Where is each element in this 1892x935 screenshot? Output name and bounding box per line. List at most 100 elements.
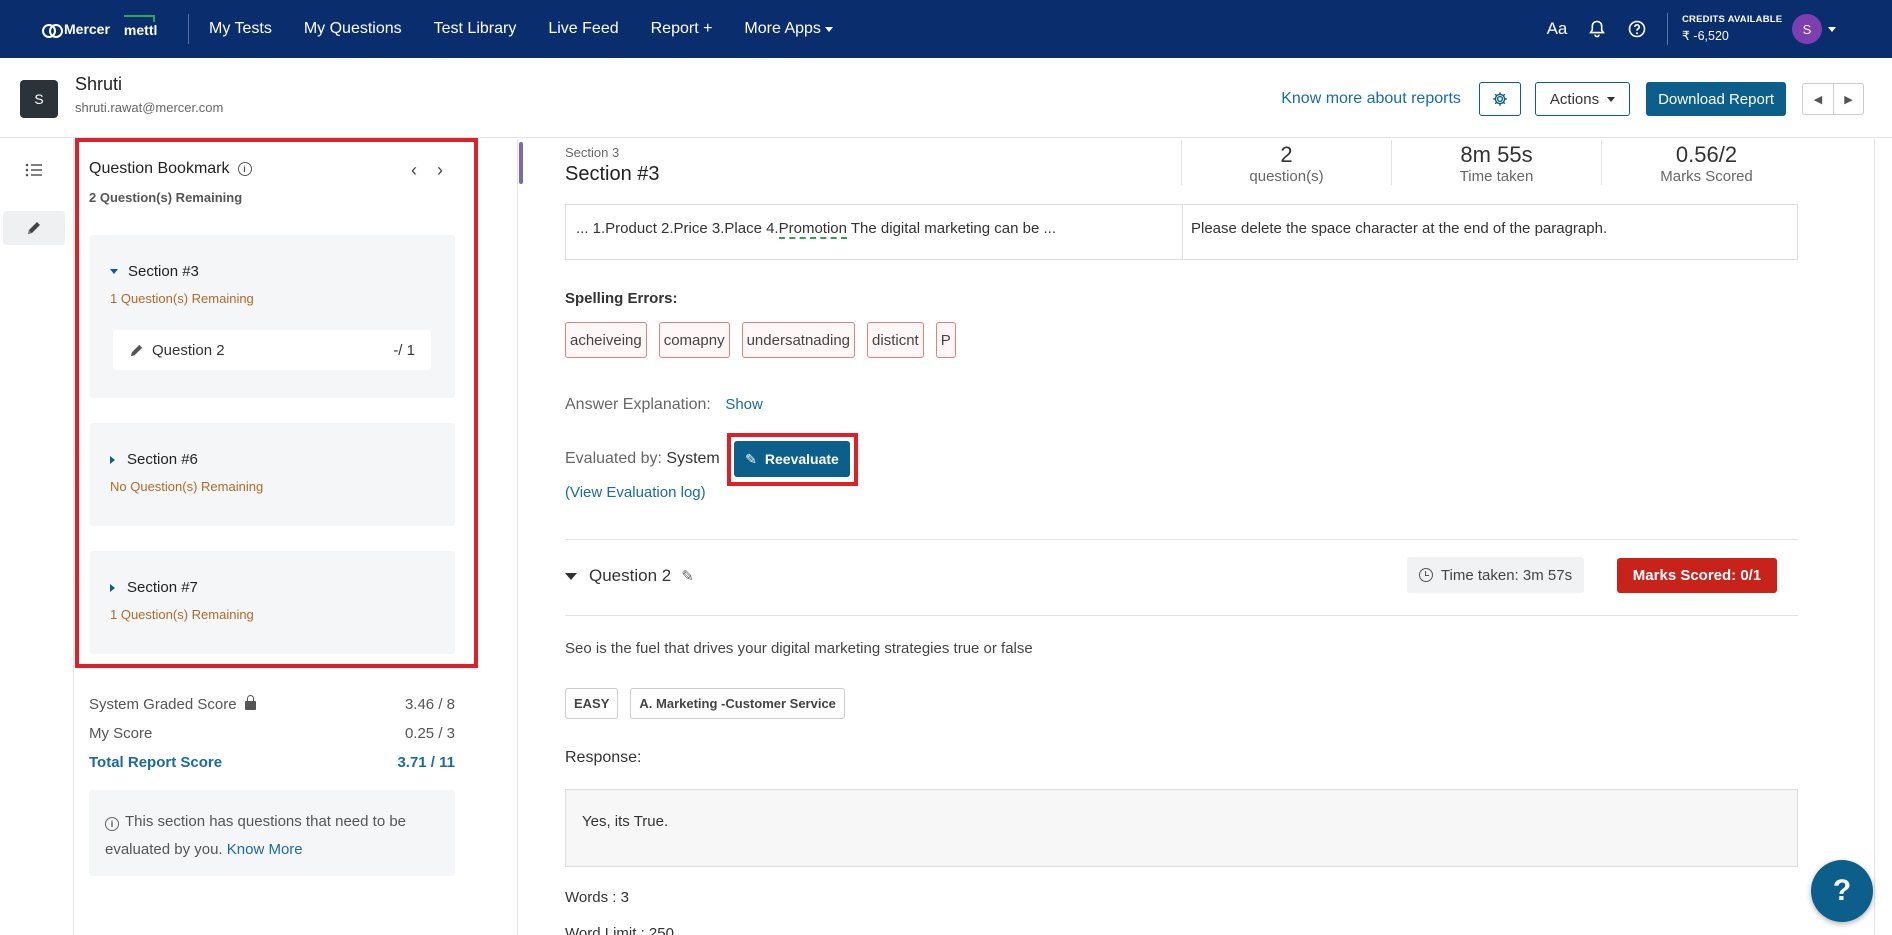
question-list-button[interactable] xyxy=(3,153,65,187)
nav-more-apps-label: More Apps xyxy=(744,20,821,37)
credits-label: CREDITS AVAILABLE xyxy=(1682,13,1783,25)
nav-report-plus[interactable]: Report + xyxy=(651,20,713,38)
question-2-title: Question 2 xyxy=(589,566,672,585)
spelling-error-tag: acheiveing xyxy=(565,322,647,358)
bookmark-section-6: Section #6 No Question(s) Remaining xyxy=(90,423,455,526)
difficulty-tag: EASY xyxy=(565,688,619,719)
question-label: Question 2 xyxy=(152,341,225,359)
answer-explanation: Answer Explanation: Show xyxy=(565,396,763,414)
question-bookmark-panel: Question Bookmark i 2 Question(s) Remain… xyxy=(78,140,471,665)
word-limit: Word Limit : 250 xyxy=(565,925,674,935)
section-remaining: 1 Question(s) Remaining xyxy=(110,607,254,622)
stat-value: 2 xyxy=(1280,142,1293,167)
nav-more-apps[interactable]: More Apps xyxy=(744,20,833,38)
brand-logo[interactable]: Mercer mettl xyxy=(0,0,188,58)
know-more-link[interactable]: Know More xyxy=(227,841,303,858)
actions-dropdown[interactable]: Actions xyxy=(1534,82,1631,116)
settings-button[interactable] xyxy=(1478,82,1521,116)
header-actions: Know more about reports Actions Download… xyxy=(1281,82,1864,116)
previous-candidate-button[interactable]: ◀ xyxy=(1803,84,1833,114)
font-size-icon[interactable]: Aa xyxy=(1537,0,1577,58)
show-explanation-link[interactable]: Show xyxy=(725,396,763,413)
view-evaluation-log-link[interactable]: (View Evaluation log) xyxy=(565,484,706,501)
section-remaining: No Question(s) Remaining xyxy=(110,479,264,494)
chevron-down-icon xyxy=(824,26,833,32)
section-toggle[interactable]: Section #7 xyxy=(110,579,198,596)
info-icon[interactable]: i xyxy=(237,162,252,176)
my-score: My Score 0.25 / 3 xyxy=(89,719,455,748)
caret-down-icon xyxy=(565,572,577,580)
list-icon xyxy=(25,163,42,177)
top-navbar: Mercer mettl My Tests My Questions Test … xyxy=(0,0,1892,58)
system-score-value: 3.46 / 8 xyxy=(404,696,455,713)
snippet-highlight: Promotion xyxy=(778,220,847,239)
report-header: S Shruti shruti.rawat@mercer.com Know mo… xyxy=(0,58,1892,138)
reevaluate-label: Reevaluate xyxy=(764,451,839,467)
section-toggle[interactable]: Section #6 xyxy=(110,451,198,468)
my-score-label: My Score xyxy=(89,725,153,742)
spelling-error-tag: P xyxy=(935,322,956,358)
chevron-down-icon xyxy=(1828,26,1836,32)
nav-my-tests[interactable]: My Tests xyxy=(209,20,272,38)
caret-right-icon xyxy=(110,455,115,464)
question-score: -/ 1 xyxy=(393,341,415,359)
stat-label: Time taken xyxy=(1459,168,1534,185)
caret-right-icon xyxy=(110,583,115,592)
nav-my-questions[interactable]: My Questions xyxy=(304,20,402,38)
snippet-after: The digital marketing can be ... xyxy=(846,220,1056,237)
bookmark-title-text: Question Bookmark xyxy=(89,160,230,177)
sub-brand-name: mettl xyxy=(123,15,158,38)
response-box: Yes, its True. xyxy=(565,789,1798,867)
pencil-icon xyxy=(28,222,40,234)
pencil-icon: ✎ xyxy=(745,450,757,467)
question-2-header[interactable]: Question 2 ✎ xyxy=(565,566,694,586)
user-menu[interactable]: S xyxy=(1792,14,1836,44)
caret-down-icon xyxy=(110,269,118,274)
candidate-name: Shruti xyxy=(75,74,123,94)
marks-scored-badge: Marks Scored: 0/1 xyxy=(1617,558,1777,593)
evaluated-by-label: Evaluated by: xyxy=(565,450,662,467)
nav-right: Aa CREDITS AVAILABLE ₹ -6,520 S xyxy=(1537,0,1892,58)
chevron-left-icon[interactable]: ‹ xyxy=(411,160,417,181)
bookmark-question-item[interactable]: Question 2 -/ 1 xyxy=(113,330,431,370)
bookmark-remaining: 2 Question(s) Remaining xyxy=(89,190,243,205)
total-score-value: 3.71 / 11 xyxy=(397,754,455,771)
know-more-reports-link[interactable]: Know more about reports xyxy=(1281,90,1461,108)
section-toggle[interactable]: Section #3 xyxy=(110,263,199,280)
spelling-error-tag: undersatnading xyxy=(741,322,856,358)
nav-divider xyxy=(188,14,189,44)
grammar-error-row: ... 1.Product 2.Price 3.Place 4.Promotio… xyxy=(565,204,1798,260)
chevron-down-icon xyxy=(1607,96,1616,102)
candidate-pager: ◀ ▶ xyxy=(1802,83,1864,115)
topic-tag: A. Marketing -Customer Service xyxy=(630,688,845,719)
spelling-errors-list: acheiveing comapny undersatnading distic… xyxy=(565,322,968,358)
bookmark-button[interactable] xyxy=(3,211,65,245)
download-report-button[interactable]: Download Report xyxy=(1646,82,1786,116)
total-score-label: Total Report Score xyxy=(89,754,223,771)
word-count: Words : 3 xyxy=(565,889,629,906)
lock-icon xyxy=(244,695,256,710)
candidate-avatar: S xyxy=(20,80,58,118)
reevaluate-button[interactable]: ✎ Reevaluate xyxy=(734,441,850,477)
pencil-icon[interactable]: ✎ xyxy=(681,567,694,585)
bell-icon[interactable] xyxy=(1577,0,1617,58)
help-chat-button[interactable]: ? xyxy=(1811,860,1873,922)
mercer-logo-icon xyxy=(42,23,63,38)
time-taken-badge: Time taken: 3m 57s xyxy=(1407,557,1584,593)
divider xyxy=(565,539,1798,540)
system-score-label: System Graded Score xyxy=(89,696,237,713)
stat-questions: 2 question(s) xyxy=(1181,140,1391,185)
stat-label: question(s) xyxy=(1249,168,1324,185)
nav-test-library[interactable]: Test Library xyxy=(434,20,517,38)
info-icon: i xyxy=(105,817,119,831)
next-candidate-button[interactable]: ▶ xyxy=(1833,84,1863,114)
nav-live-feed[interactable]: Live Feed xyxy=(548,20,618,38)
stat-value: 8m 55s xyxy=(1460,142,1533,167)
help-icon[interactable] xyxy=(1617,0,1657,58)
stat-value: 0.56/2 xyxy=(1675,142,1738,167)
total-report-score: Total Report Score 3.71 / 11 xyxy=(89,748,455,777)
stat-time-taken: 8m 55s Time taken xyxy=(1391,140,1601,185)
system-score-label-wrap: System Graded Score xyxy=(89,695,256,713)
chevron-right-icon[interactable]: › xyxy=(437,160,443,181)
evaluated-by: Evaluated by: System xyxy=(565,450,720,468)
